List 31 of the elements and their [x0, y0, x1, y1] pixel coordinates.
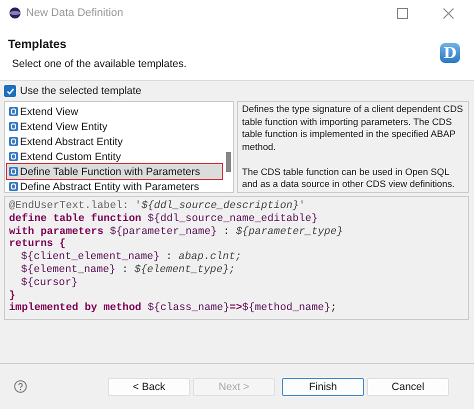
code-line: with parameters ${parameter_name} : ${parameter_type}: [9, 226, 343, 238]
code-line: define table function ${ddl_source_name_editable}: [9, 212, 318, 226]
page-subtitle: Select one of the available templates.: [11, 58, 188, 70]
code-line: returns {: [9, 238, 66, 251]
scrollbar-thumb[interactable]: [226, 152, 231, 172]
page-title: Templates: [8, 36, 68, 50]
code-line: @EndUserText.label: '${ddl_source_description}': [9, 200, 306, 213]
template-item[interactable]: Extend Custom Entity: [7, 149, 222, 164]
dialog-button[interactable]: < Back: [108, 378, 190, 396]
app-icon: [9, 7, 21, 19]
template-item[interactable]: Extend View Entity: [7, 119, 222, 134]
logo-badge: D: [440, 43, 460, 63]
checkbox-label: Use the selected template: [20, 85, 142, 97]
description-text: The CDS table function can be used in Open SQL and as a data source in other CDS view definitions.: [242, 166, 456, 190]
code-line: ${element_name} : ${element_type};: [20, 264, 236, 277]
template-item[interactable]: Define Table Function with Parameters: [7, 164, 222, 179]
dialog-button[interactable]: Cancel: [367, 378, 449, 396]
template-item[interactable]: Extend View: [7, 104, 222, 119]
code-line: implemented by method ${class_name}=>${method_name};: [9, 302, 337, 316]
close-icon[interactable]: [443, 8, 454, 18]
template-item[interactable]: Extend Abstract Entity: [7, 134, 222, 149]
help-icon[interactable]: [14, 380, 27, 393]
window-title: New Data Definition: [26, 7, 124, 19]
checkbox[interactable]: [4, 85, 16, 97]
dialog-button[interactable]: Finish: [282, 378, 364, 396]
code-line: ${cursor}: [20, 276, 78, 290]
template-item[interactable]: Define Abstract Entity with Parameters: [7, 179, 222, 192]
description-text: Defines the type signature of a client dependent CDS table function with importing parameters. The CDS table function is implemented in the specified ABAP method.: [242, 103, 464, 153]
code-line: ${client_element_name} : abap.clnt;: [20, 251, 242, 264]
code-line: }: [9, 290, 16, 302]
maximize-icon[interactable]: [397, 8, 408, 18]
